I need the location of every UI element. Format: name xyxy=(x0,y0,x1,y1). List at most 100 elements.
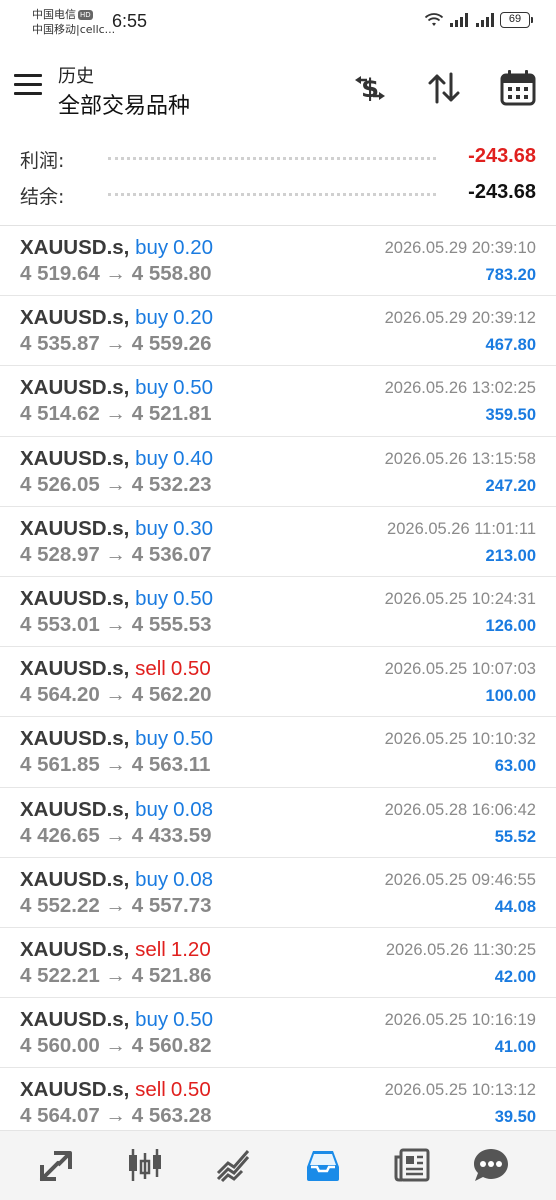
trade-lot: 0.08 xyxy=(173,867,214,891)
close-price: 4 532.23 xyxy=(131,472,212,496)
trade-lot: 0.50 xyxy=(170,657,211,681)
dotted-leader xyxy=(108,157,436,160)
quotes-icon[interactable] xyxy=(36,1145,76,1185)
chat-icon[interactable] xyxy=(471,1145,511,1185)
trade-symbol-line: XAUUSD.s, buy 0.50 xyxy=(20,1008,213,1032)
trade-symbol-line: XAUUSD.s, buy 0.40 xyxy=(20,447,213,471)
trade-row[interactable]: XAUUSD.s, sell 0.50 4 564.07 → 4 563.28 202… xyxy=(0,1068,556,1139)
trade-lot: 0.50 xyxy=(173,727,214,751)
battery-icon: 69 xyxy=(500,12,533,28)
trade-row[interactable]: XAUUSD.s, buy 0.08 4 552.22 → 4 557.73 2026… xyxy=(0,858,556,928)
arrow-icon: → xyxy=(105,332,127,356)
trade-lot: 1.20 xyxy=(170,937,211,961)
trade-row[interactable]: XAUUSD.s, buy 0.40 4 526.05 → 4 532.23 2026… xyxy=(0,437,556,507)
trade-icon[interactable] xyxy=(214,1145,254,1185)
trade-symbol: XAUUSD.s, xyxy=(20,1078,130,1102)
trade-lot: 0.30 xyxy=(173,516,214,540)
trade-profit: 247.20 xyxy=(485,476,536,495)
trade-profit: 55.52 xyxy=(494,827,536,846)
trade-symbol-line: XAUUSD.s, buy 0.30 xyxy=(20,517,213,541)
trade-symbol-line: XAUUSD.s, sell 0.50 xyxy=(20,1078,211,1102)
app-header: 历史 全部交易品种 $ xyxy=(0,54,556,124)
close-price: 4 557.73 xyxy=(131,893,212,917)
trade-profit: 44.08 xyxy=(494,897,536,916)
trade-profit: 783.20 xyxy=(485,266,536,284)
trade-symbol-line: XAUUSD.s, buy 0.08 xyxy=(20,868,213,892)
trade-symbol: XAUUSD.s, xyxy=(20,867,130,891)
trade-symbol-line: XAUUSD.s, buy 0.20 xyxy=(20,306,213,330)
trade-time: 2026.05.26 13:15:58 xyxy=(384,449,536,468)
trade-row[interactable]: XAUUSD.s, sell 1.20 4 522.21 → 4 521.86 202… xyxy=(0,928,556,999)
trade-type: buy xyxy=(135,797,169,821)
trade-time: 2026.05.26 13:02:25 xyxy=(384,379,536,398)
trade-prices: 4 564.20 → 4 562.20 xyxy=(20,683,212,707)
trade-time: 2026.05.28 16:06:42 xyxy=(384,800,536,819)
chart-icon[interactable] xyxy=(125,1145,165,1185)
trade-time: 2026.05.29 20:39:10 xyxy=(384,239,536,257)
trade-lot: 0.20 xyxy=(173,236,214,259)
open-price: 4 522.21 xyxy=(20,963,100,987)
arrow-icon: → xyxy=(105,472,127,496)
profit-label: 利润: xyxy=(20,150,65,172)
trade-symbol: XAUUSD.s, xyxy=(20,1008,130,1032)
trade-time: 2026.05.25 10:07:03 xyxy=(384,660,536,679)
carrier-1: 中国电信 HD xyxy=(32,8,93,22)
history-icon[interactable] xyxy=(303,1145,343,1185)
carrier-2: 中国移动|cellc... xyxy=(32,23,116,36)
trade-type: buy xyxy=(135,306,169,330)
close-price: 4 433.59 xyxy=(131,823,212,847)
status-bar: 中国电信 HD 中国移动|cellc... 6:55 69 xyxy=(0,0,556,44)
open-price: 4 519.64 xyxy=(20,262,100,285)
trade-row[interactable]: XAUUSD.s, buy 0.08 4 426.65 → 4 433.59 2026… xyxy=(0,788,556,858)
trade-symbol-line: XAUUSD.s, buy 0.50 xyxy=(20,727,213,751)
close-price: 4 559.26 xyxy=(131,332,212,356)
trade-time: 2026.05.25 10:10:32 xyxy=(384,730,536,749)
open-price: 4 535.87 xyxy=(20,332,100,356)
summary-panel: 利润: -243.68 结余: -243.68 xyxy=(0,140,556,212)
balance-row: 结余: -243.68 xyxy=(0,176,556,212)
menu-icon[interactable] xyxy=(14,74,42,98)
calendar-icon[interactable] xyxy=(498,68,538,108)
trade-lot: 0.50 xyxy=(170,1078,211,1102)
close-price: 4 563.11 xyxy=(131,753,211,777)
close-price: 4 563.28 xyxy=(131,1104,212,1128)
news-icon[interactable] xyxy=(392,1145,432,1185)
trade-row[interactable]: XAUUSD.s, buy 0.50 4 553.01 → 4 555.53 2026… xyxy=(0,577,556,648)
trade-prices: 4 522.21 → 4 521.86 xyxy=(20,964,212,988)
trade-prices: 4 553.01 → 4 555.53 xyxy=(20,613,212,637)
close-price: 4 536.07 xyxy=(131,542,212,566)
arrow-icon: → xyxy=(105,402,127,426)
trade-symbol-line: XAUUSD.s, buy 0.20 xyxy=(20,236,213,260)
trade-symbol-line: XAUUSD.s, sell 1.20 xyxy=(20,938,211,962)
signal-1-icon xyxy=(450,13,468,27)
trade-row[interactable]: XAUUSD.s, buy 0.20 4 519.64 → 4 558.80 2026… xyxy=(0,226,556,297)
open-price: 4 561.85 xyxy=(20,753,100,777)
sort-icon[interactable] xyxy=(424,68,464,108)
currency-exchange-icon[interactable]: $ xyxy=(350,68,390,108)
trade-time: 2026.05.25 10:13:12 xyxy=(384,1081,536,1100)
trade-profit: 359.50 xyxy=(485,406,536,425)
trade-time: 2026.05.29 20:39:12 xyxy=(384,309,536,328)
page-title[interactable]: 全部交易品种 xyxy=(58,88,190,120)
balance-value: -243.68 xyxy=(468,181,536,203)
trade-type: sell xyxy=(135,1078,166,1102)
trade-row[interactable]: XAUUSD.s, buy 0.20 4 535.87 → 4 559.26 2026… xyxy=(0,296,556,367)
close-price: 4 560.82 xyxy=(131,1034,212,1058)
trade-row[interactable]: XAUUSD.s, buy 0.50 4 514.62 → 4 521.81 2026… xyxy=(0,366,556,437)
close-price: 4 558.80 xyxy=(131,262,212,285)
trade-row[interactable]: XAUUSD.s, buy 0.50 4 560.00 → 4 560.82 2026… xyxy=(0,998,556,1069)
trade-row[interactable]: XAUUSD.s, buy 0.30 4 528.97 → 4 536.07 2026… xyxy=(0,507,556,577)
trade-row[interactable]: XAUUSD.s, buy 0.50 4 561.85 → 4 563.11 2026… xyxy=(0,717,556,788)
hd-badge: HD xyxy=(78,10,93,20)
arrow-icon: → xyxy=(105,1104,127,1128)
trade-symbol: XAUUSD.s, xyxy=(20,727,130,751)
open-price: 4 553.01 xyxy=(20,612,100,636)
trade-symbol-line: XAUUSD.s, sell 0.50 xyxy=(20,657,211,681)
page-subtitle: 历史 xyxy=(58,66,94,87)
trade-lot: 0.50 xyxy=(173,1008,214,1032)
close-price: 4 521.81 xyxy=(131,402,212,426)
trade-prices: 4 561.85 → 4 563.11 xyxy=(20,753,210,777)
trade-profit: 100.00 xyxy=(485,687,536,706)
trade-row[interactable]: XAUUSD.s, sell 0.50 4 564.20 → 4 562.20 202… xyxy=(0,647,556,718)
status-clock: 6:55 xyxy=(112,11,148,31)
